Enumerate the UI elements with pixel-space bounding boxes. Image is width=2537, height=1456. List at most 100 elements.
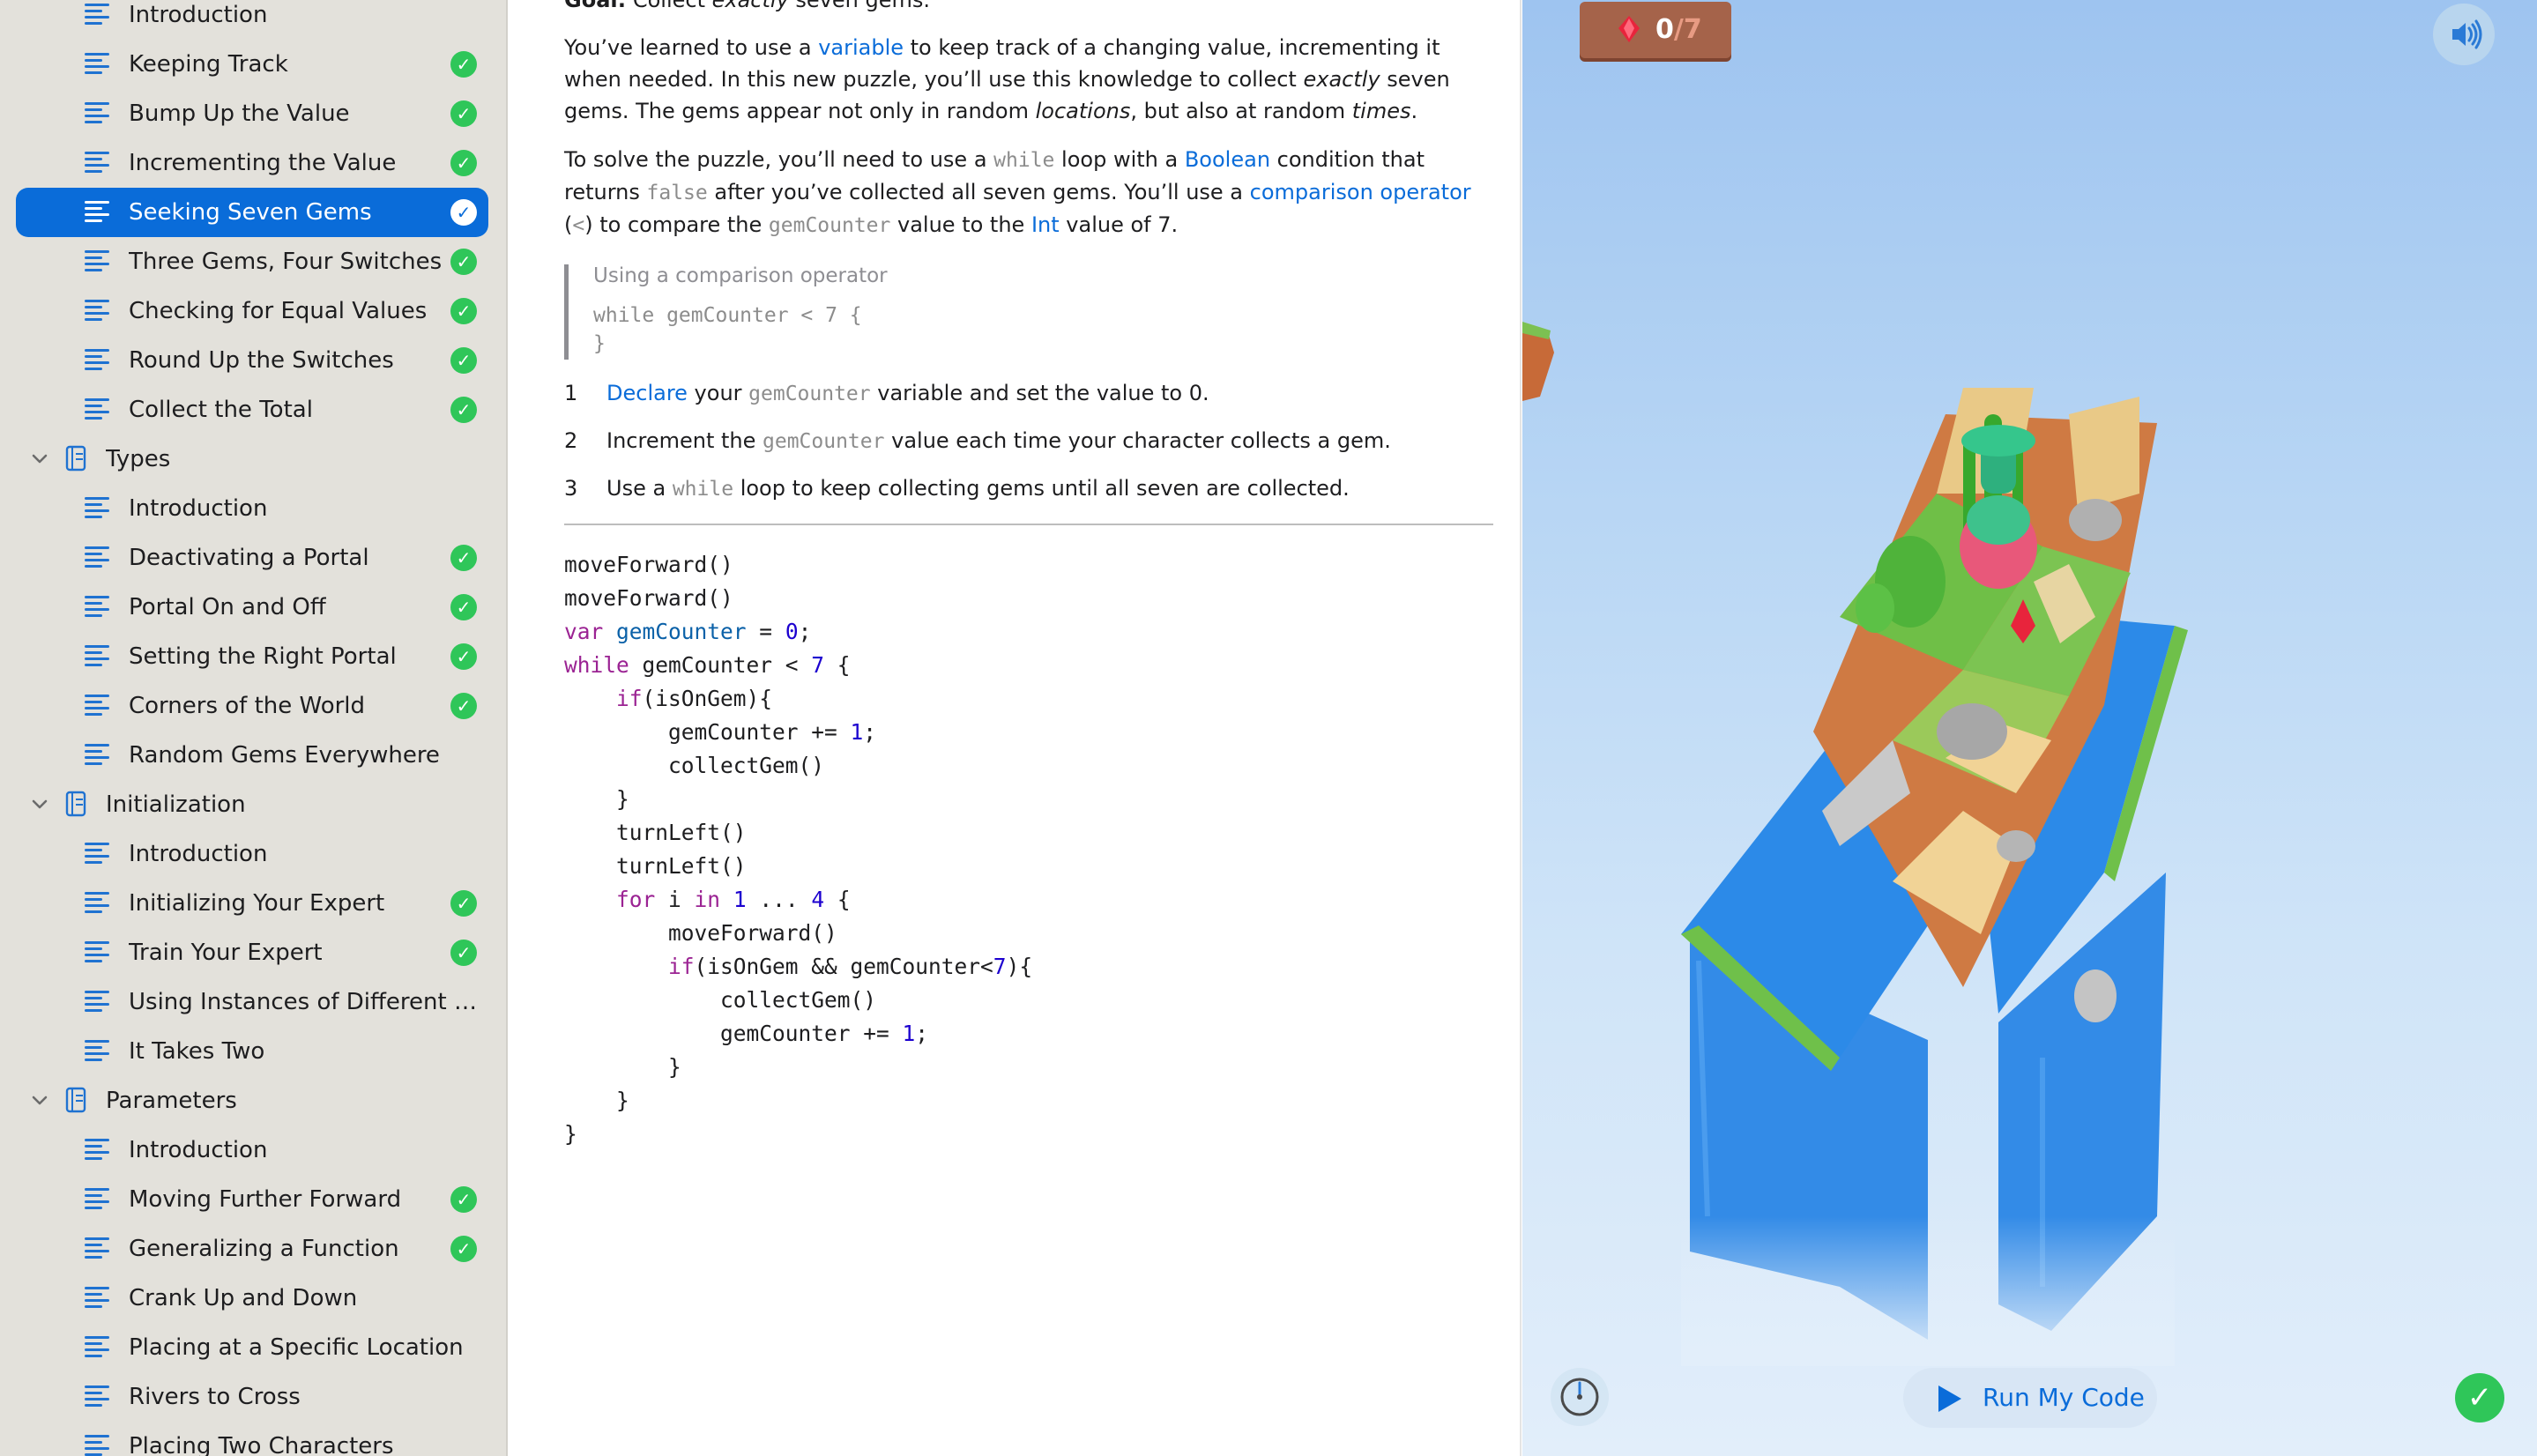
checkmark-icon: ✓ bbox=[450, 1186, 477, 1213]
sidebar-item[interactable]: Moving Further Forward ✓ bbox=[16, 1175, 488, 1224]
comparison-operator-link[interactable]: comparison operator bbox=[1250, 180, 1471, 204]
declare-link[interactable]: Declare bbox=[606, 381, 688, 405]
checkmark-icon: ✓ bbox=[450, 150, 477, 176]
sidebar-item[interactable]: Introduction bbox=[16, 829, 488, 879]
sidebar-item[interactable]: Introduction bbox=[16, 484, 488, 533]
sidebar-item-label: Portal On and Off bbox=[129, 594, 326, 620]
rock bbox=[1937, 703, 2007, 760]
variable-link[interactable]: variable bbox=[818, 35, 904, 60]
sidebar-item[interactable]: Keeping Track ✓ bbox=[16, 40, 488, 89]
instructions-paragraph: To solve the puzzle, you’ll need to use … bbox=[564, 147, 1471, 237]
page-icon bbox=[85, 152, 109, 175]
checkmark-icon: ✓ bbox=[450, 298, 477, 324]
code-line[interactable]: if(isOnGem){ bbox=[564, 682, 1499, 716]
boolean-link[interactable]: Boolean bbox=[1185, 147, 1270, 172]
sidebar-item-label: Deactivating a Portal bbox=[129, 545, 369, 571]
sidebar-item[interactable]: Bump Up the Value ✓ bbox=[16, 89, 488, 138]
int-link[interactable]: Int bbox=[1031, 212, 1060, 237]
sidebar-item[interactable]: Introduction bbox=[16, 0, 488, 40]
sidebar-item[interactable]: Rivers to Cross bbox=[16, 1372, 488, 1422]
checkmark-icon: ✓ bbox=[450, 693, 477, 719]
checkmark-icon[interactable]: ✓ bbox=[2455, 1373, 2504, 1423]
play-icon bbox=[1938, 1385, 1961, 1412]
code-line[interactable]: } bbox=[564, 1051, 1499, 1084]
snippet-line: while gemCounter < 7 { bbox=[593, 304, 862, 327]
code-line[interactable]: } bbox=[564, 1118, 1499, 1151]
code-line[interactable]: while gemCounter < 7 { bbox=[564, 649, 1499, 682]
sidebar-item[interactable]: Checking for Equal Values ✓ bbox=[16, 286, 488, 336]
sidebar-item[interactable]: Placing Two Characters bbox=[16, 1422, 488, 1456]
run-my-code-button[interactable]: Run My Code bbox=[1903, 1368, 2157, 1428]
sidebar-item-label: Introduction bbox=[129, 495, 268, 522]
sidebar-section[interactable]: Initialization bbox=[16, 780, 488, 829]
page-icon bbox=[85, 1188, 109, 1211]
checkmark-icon: ✓ bbox=[450, 100, 477, 127]
page-icon bbox=[85, 744, 109, 767]
sidebar-section[interactable]: Types bbox=[16, 435, 488, 484]
code-line[interactable]: moveForward() bbox=[564, 548, 1499, 582]
chapter-icon bbox=[65, 1087, 86, 1113]
code-line[interactable]: } bbox=[564, 1084, 1499, 1118]
sidebar-item[interactable]: Crank Up and Down bbox=[16, 1274, 488, 1323]
sidebar-item[interactable]: Introduction bbox=[16, 1125, 488, 1175]
chevron-down-icon[interactable] bbox=[28, 447, 51, 470]
sidebar: Introduction Keeping Track ✓ Bump Up the Va… bbox=[0, 0, 508, 1456]
sidebar-item[interactable]: Portal On and Off ✓ bbox=[16, 583, 488, 632]
sidebar-item[interactable]: Three Gems, Four Switches ✓ bbox=[16, 237, 488, 286]
page-icon bbox=[85, 398, 109, 421]
page-icon bbox=[85, 497, 109, 520]
chevron-down-icon[interactable] bbox=[28, 792, 51, 815]
sidebar-item[interactable]: Corners of the World ✓ bbox=[16, 681, 488, 731]
sidebar-item[interactable]: It Takes Two bbox=[16, 1027, 488, 1076]
sound-button[interactable] bbox=[2433, 4, 2495, 65]
page-icon bbox=[85, 991, 109, 1014]
code-editor[interactable]: moveForward() moveForward() var gemCounter… bbox=[564, 548, 1499, 1151]
speed-button[interactable] bbox=[1551, 1368, 1609, 1426]
gem-icon bbox=[1618, 16, 1640, 42]
page-icon bbox=[85, 1435, 109, 1456]
sidebar-item[interactable]: Initializing Your Expert ✓ bbox=[16, 879, 488, 928]
code-line[interactable]: for i in 1 ... 4 { bbox=[564, 883, 1499, 917]
sidebar-item[interactable]: Deactivating a Portal ✓ bbox=[16, 533, 488, 583]
page-icon bbox=[85, 4, 109, 26]
code-line[interactable]: } bbox=[564, 783, 1499, 816]
gem-total: /7 bbox=[1673, 14, 1702, 45]
code-line[interactable]: gemCounter += 1; bbox=[564, 716, 1499, 749]
code-line[interactable]: gemCounter += 1; bbox=[564, 1017, 1499, 1051]
sidebar-item[interactable]: Placing at a Specific Location bbox=[16, 1323, 488, 1372]
chevron-down-icon[interactable] bbox=[28, 1088, 51, 1111]
sidebar-item[interactable]: Incrementing the Value ✓ bbox=[16, 138, 488, 188]
checkmark-icon: ✓ bbox=[450, 347, 477, 374]
page-icon bbox=[85, 645, 109, 668]
code-line[interactable]: turnLeft() bbox=[564, 850, 1499, 883]
code-line[interactable]: turnLeft() bbox=[564, 816, 1499, 850]
page-icon bbox=[85, 1385, 109, 1408]
sidebar-item[interactable]: Using Instances of Different Ty... bbox=[16, 977, 488, 1027]
sidebar-item[interactable]: Seeking Seven Gems ✓ bbox=[16, 188, 488, 237]
code-line[interactable]: moveForward() bbox=[564, 917, 1499, 950]
page-icon bbox=[85, 53, 109, 76]
code-line[interactable]: moveForward() bbox=[564, 582, 1499, 615]
gem-counter: 0/7 bbox=[1580, 2, 1731, 58]
code-line[interactable]: collectGem() bbox=[564, 749, 1499, 783]
code-line[interactable]: collectGem() bbox=[564, 984, 1499, 1017]
code-line[interactable]: if(isOnGem && gemCounter<7){ bbox=[564, 950, 1499, 984]
sidebar-item[interactable]: Random Gems Everywhere bbox=[16, 731, 488, 780]
sidebar-item[interactable]: Train Your Expert ✓ bbox=[16, 928, 488, 977]
page-icon bbox=[85, 250, 109, 273]
sidebar-item[interactable]: Generalizing a Function ✓ bbox=[16, 1224, 488, 1274]
page-icon bbox=[85, 596, 109, 619]
sidebar-section-label: Parameters bbox=[106, 1088, 237, 1114]
sidebar-item[interactable]: Collect the Total ✓ bbox=[16, 385, 488, 435]
sidebar-item[interactable]: Setting the Right Portal ✓ bbox=[16, 632, 488, 681]
page-icon bbox=[85, 1237, 109, 1260]
checkmark-icon: ✓ bbox=[450, 1236, 477, 1262]
checkmark-icon: ✓ bbox=[450, 594, 477, 620]
sidebar-item-label: Introduction bbox=[129, 2, 268, 28]
code-line[interactable]: var gemCounter = 0; bbox=[564, 615, 1499, 649]
intro-paragraph: You’ve learned to use a variable to keep… bbox=[564, 35, 1450, 123]
sidebar-item-label: Corners of the World bbox=[129, 693, 366, 719]
sidebar-item[interactable]: Round Up the Switches ✓ bbox=[16, 336, 488, 385]
sidebar-item-label: Using Instances of Different Ty... bbox=[129, 989, 481, 1015]
sidebar-section[interactable]: Parameters bbox=[16, 1076, 488, 1125]
